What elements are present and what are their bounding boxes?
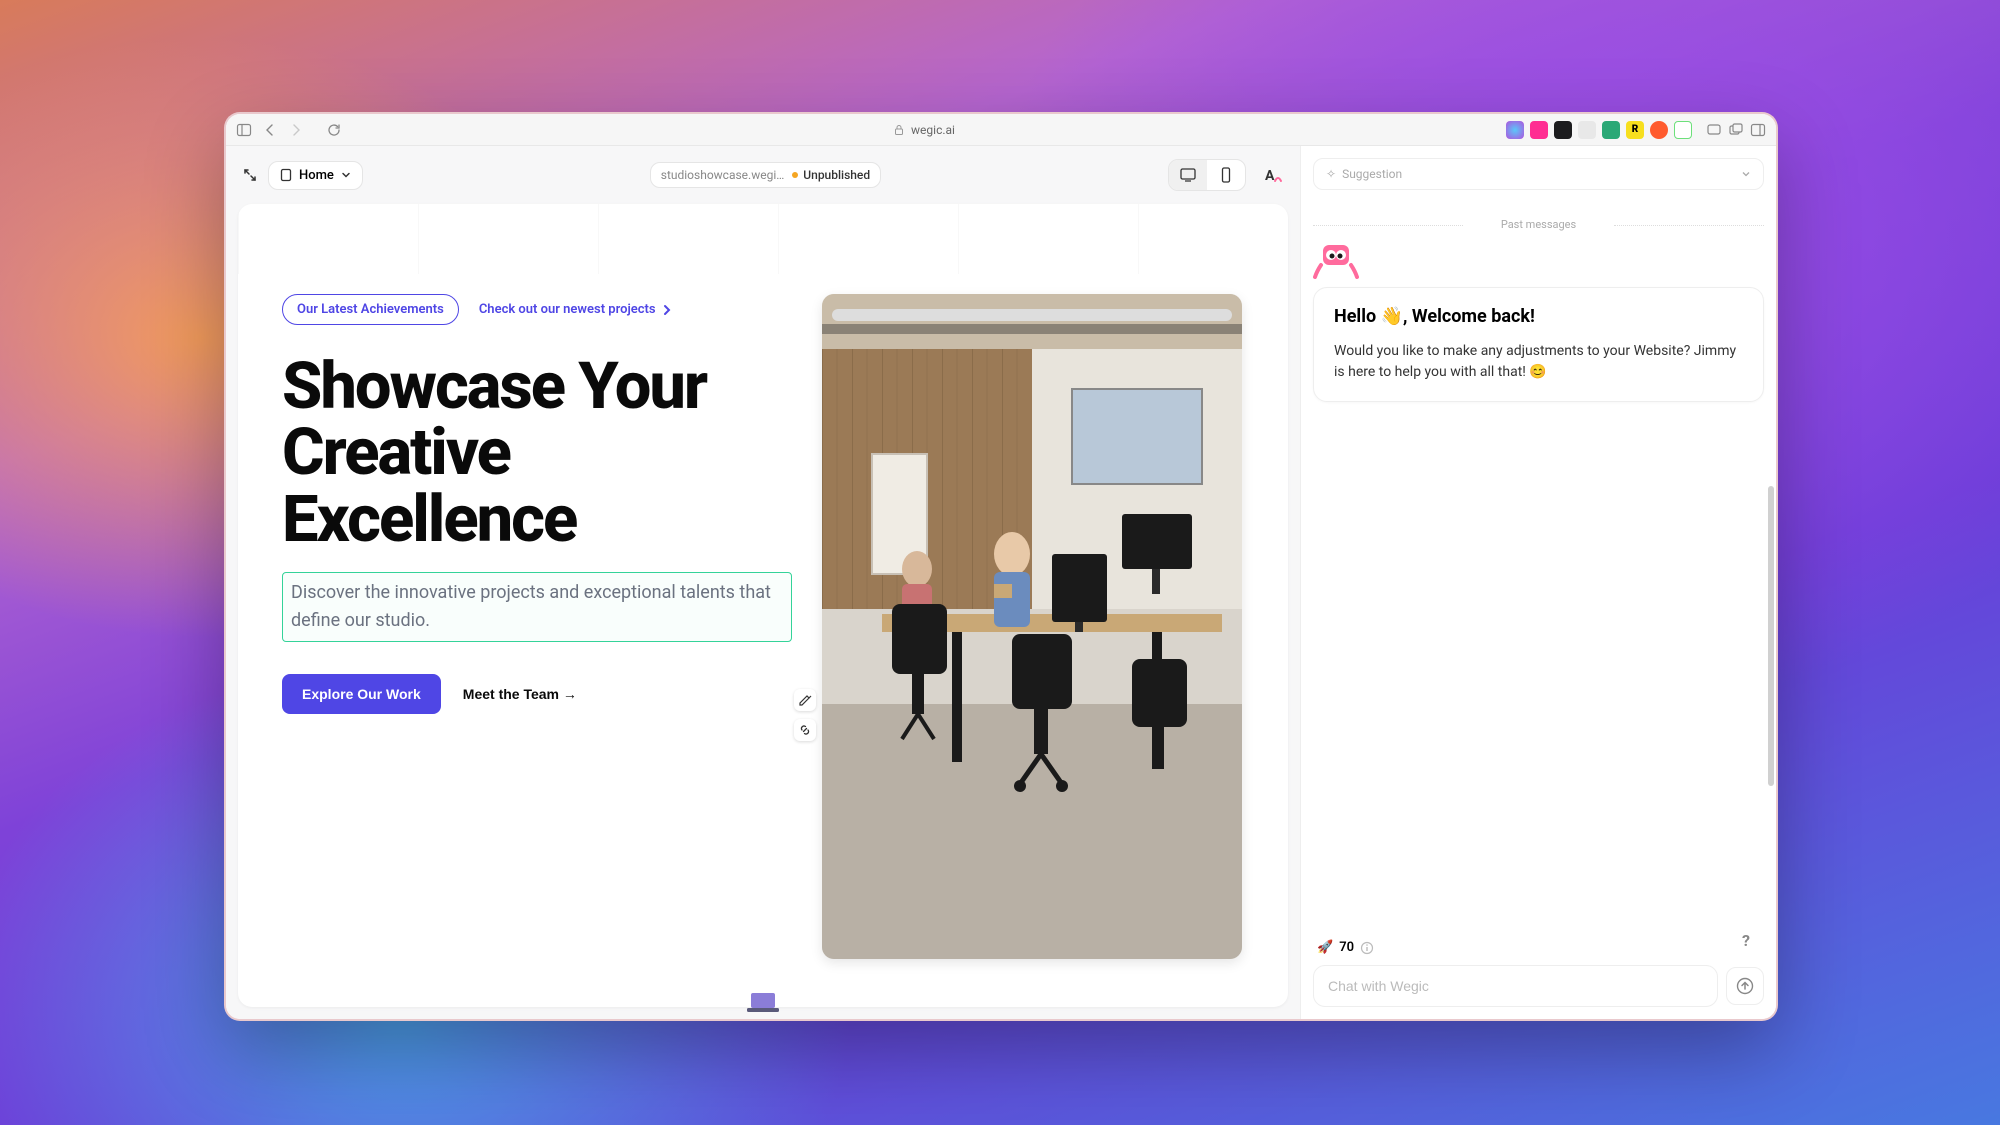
link-icon[interactable] [794, 719, 816, 741]
editor-toolbar: Home studioshowcase.wegi… Unpublished [238, 156, 1288, 194]
hero-image[interactable] [822, 294, 1242, 959]
chat-input[interactable] [1313, 965, 1718, 1007]
assistant-avatar [1313, 243, 1764, 279]
mobile-preview-button[interactable] [1207, 160, 1245, 190]
extension-icon[interactable]: R [1626, 121, 1644, 139]
editor-area: Home studioshowcase.wegi… Unpublished [226, 146, 1300, 1019]
chevron-right-icon [660, 303, 674, 317]
help-icon[interactable]: ? [1742, 931, 1762, 951]
past-messages-divider: Past messages [1313, 218, 1764, 231]
extension-icon[interactable] [1602, 121, 1620, 139]
chevron-down-icon [340, 169, 352, 181]
suggestion-dropdown[interactable]: ✧ Suggestion [1313, 158, 1764, 190]
status-dot-icon [792, 172, 798, 178]
back-icon[interactable] [262, 122, 278, 138]
extension-icon[interactable] [1554, 121, 1572, 139]
desktop-preview-button[interactable] [1169, 160, 1207, 190]
page-icon [279, 168, 293, 182]
extension-icon[interactable] [1530, 121, 1548, 139]
extension-icon[interactable] [1506, 121, 1524, 139]
browser-toolbar: wegic.ai R [226, 114, 1776, 146]
extension-icon[interactable] [1578, 121, 1596, 139]
hero-image-container [822, 294, 1244, 967]
resize-icon[interactable] [242, 167, 258, 183]
lock-icon [893, 124, 905, 136]
home-label: Home [299, 168, 334, 183]
sparkle-icon: ✧ [1326, 167, 1336, 181]
hero-content: Our Latest Achievements Check out our ne… [282, 294, 792, 967]
publish-status: Unpublished [792, 168, 870, 182]
hero-badge[interactable]: Our Latest Achievements [282, 294, 459, 325]
overlap-icon[interactable] [1728, 122, 1744, 138]
svg-text:A: A [1265, 168, 1275, 184]
website-canvas[interactable]: Our Latest Achievements Check out our ne… [238, 204, 1288, 1007]
laptop-icon [745, 991, 781, 1015]
rocket-icon: 🚀 [1317, 940, 1333, 955]
sidebar-toggle-icon[interactable] [236, 122, 252, 138]
extension-icon[interactable] [1650, 121, 1668, 139]
explore-button[interactable]: Explore Our Work [282, 674, 441, 714]
arrow-up-icon [1736, 977, 1754, 995]
meet-team-button[interactable]: Meet the Team → [463, 686, 577, 702]
scrollbar[interactable] [1768, 486, 1774, 786]
chat-panel: ✧ Suggestion Past messages [1300, 146, 1776, 1019]
home-dropdown[interactable]: Home [268, 161, 363, 190]
browser-window: wegic.ai R [224, 112, 1778, 1021]
chat-body-text: Would you like to make any adjustments t… [1334, 341, 1743, 383]
device-preview-group [1168, 159, 1246, 191]
reload-icon[interactable] [326, 122, 342, 138]
browser-extensions: R [1506, 121, 1766, 139]
text-style-icon[interactable]: A [1262, 164, 1284, 186]
send-button[interactable] [1726, 967, 1764, 1005]
chat-greeting: Hello 👋, Welcome back! [1334, 306, 1743, 327]
app-body: Home studioshowcase.wegi… Unpublished [226, 146, 1776, 1019]
chevron-down-icon [1741, 169, 1751, 179]
address-bar[interactable]: wegic.ai [354, 123, 1494, 137]
chat-message: Hello 👋, Welcome back! Would you like to… [1313, 287, 1764, 402]
hero-title[interactable]: Showcase Your Creative Excellence [282, 353, 792, 552]
hero-description-selected[interactable]: Discover the innovative projects and exc… [282, 572, 792, 642]
credits-badge[interactable]: 🚀 70 [1313, 940, 1764, 955]
project-url-pill[interactable]: studioshowcase.wegi… Unpublished [650, 162, 881, 188]
extension-icon[interactable] [1674, 121, 1692, 139]
tabs-icon[interactable] [1750, 122, 1766, 138]
url-text: wegic.ai [911, 123, 955, 137]
info-icon[interactable] [1360, 941, 1374, 955]
canvas-grid [238, 204, 1288, 274]
project-url: studioshowcase.wegi… [661, 168, 785, 182]
edit-text-icon[interactable] [794, 689, 816, 711]
forward-icon[interactable] [288, 122, 304, 138]
hero-link[interactable]: Check out our newest projects [479, 302, 674, 317]
chat-icon[interactable] [1706, 122, 1722, 138]
